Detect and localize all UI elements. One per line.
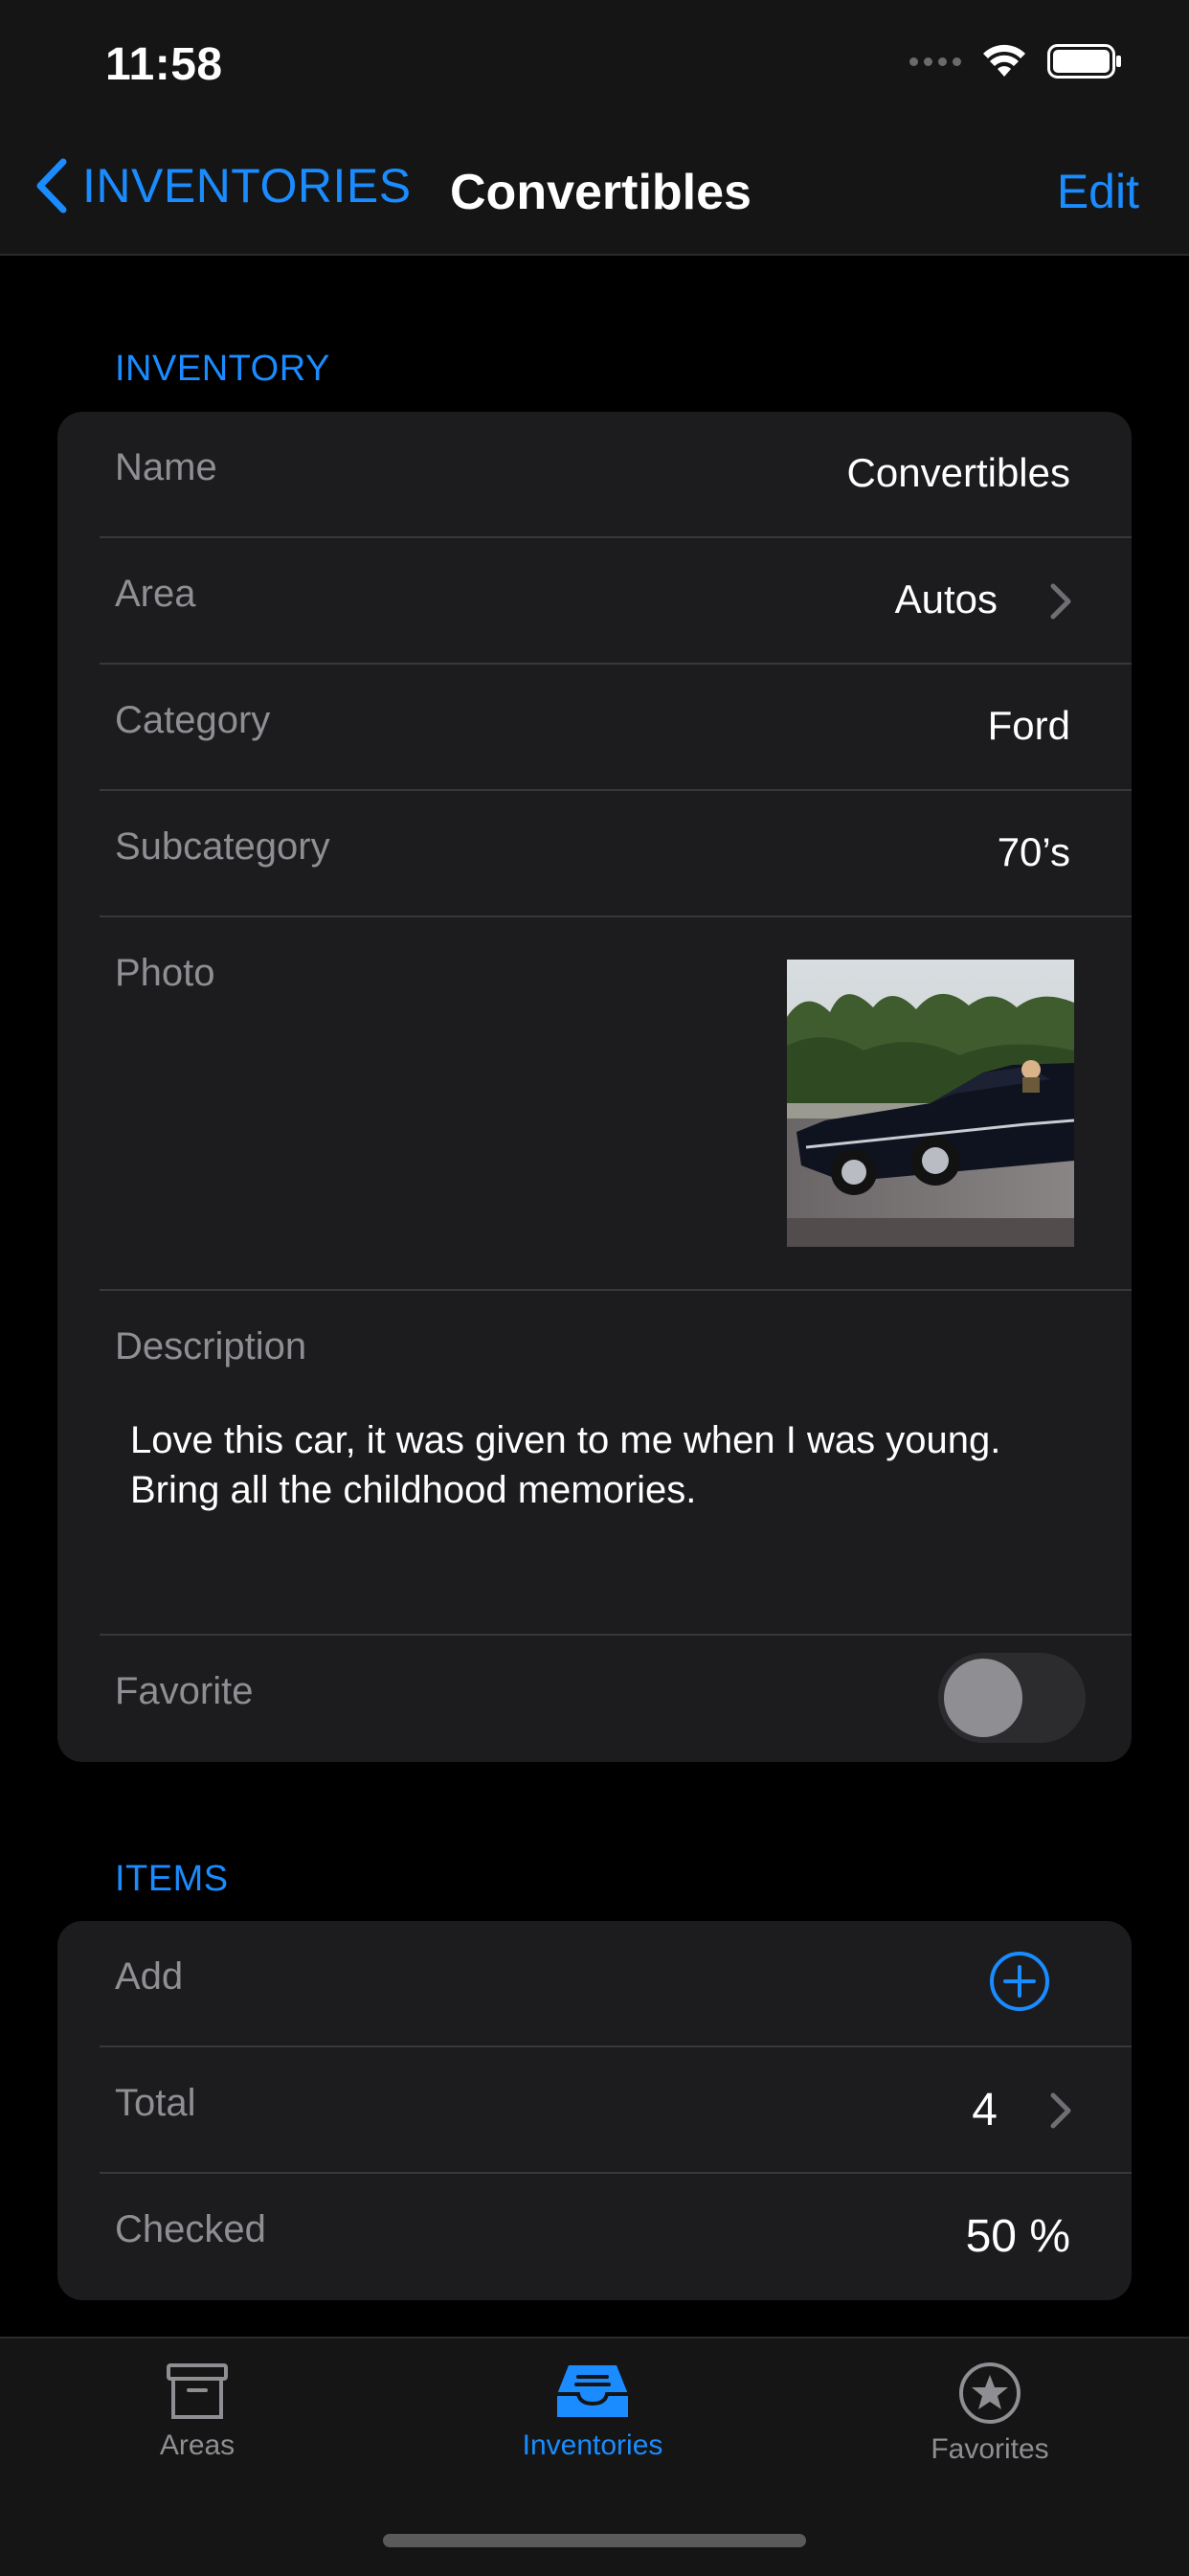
items-card: Add Total 4 Checked 50 % — [57, 1921, 1132, 2300]
category-value: Ford — [987, 703, 1070, 748]
add-row[interactable]: Add — [57, 1921, 1132, 2047]
chevron-right-icon — [1050, 583, 1071, 620]
tab-areas-label: Areas — [159, 2429, 236, 2461]
name-value: Convertibles — [846, 450, 1070, 495]
area-value: Autos — [894, 576, 998, 621]
edit-button[interactable]: Edit — [1057, 164, 1139, 219]
status-time: 11:58 — [105, 39, 223, 90]
checked-row: Checked 50 % — [57, 2174, 1132, 2300]
tab-favorites[interactable]: Favorites — [865, 2361, 1114, 2466]
navigation-bar: INVENTORIES Convertibles Edit — [0, 129, 1189, 256]
tab-inventories[interactable]: Inventories — [468, 2361, 717, 2462]
back-button[interactable]: INVENTORIES — [34, 158, 412, 214]
car-image — [787, 960, 1074, 1247]
toggle-knob — [944, 1659, 1022, 1737]
home-indicator[interactable] — [383, 2534, 806, 2547]
checked-label: Checked — [115, 2208, 266, 2250]
total-row[interactable]: Total 4 — [57, 2047, 1132, 2174]
wifi-icon — [983, 44, 1025, 77]
back-button-label: INVENTORIES — [82, 159, 412, 213]
battery-icon — [1047, 44, 1121, 79]
subcategory-label: Subcategory — [115, 825, 330, 868]
archive-box-icon — [167, 2363, 228, 2419]
area-label: Area — [115, 573, 196, 615]
inventory-section-header: INVENTORY — [115, 349, 330, 389]
items-section-header: ITEMS — [115, 1859, 229, 1899]
photo-label: Photo — [115, 952, 215, 994]
total-value: 4 — [972, 2085, 998, 2135]
photo-row: Photo — [57, 917, 1132, 1291]
tab-favorites-label: Favorites — [931, 2433, 1049, 2465]
description-label: Description — [115, 1325, 307, 1367]
area-row[interactable]: Area Autos — [57, 538, 1132, 665]
car-photo[interactable] — [787, 960, 1074, 1247]
chevron-left-icon — [36, 158, 67, 214]
subcategory-row[interactable]: Subcategory 70’s — [57, 791, 1132, 917]
favorite-toggle[interactable] — [938, 1653, 1086, 1743]
name-label: Name — [115, 446, 217, 488]
status-bar: 11:58 — [0, 0, 1189, 129]
chevron-right-icon — [1050, 2092, 1071, 2129]
status-icons — [909, 44, 1122, 79]
checked-value: 50 % — [965, 2211, 1070, 2262]
page-title: Convertibles — [450, 165, 752, 220]
category-row[interactable]: Category Ford — [57, 665, 1132, 791]
signal-icon — [909, 56, 961, 66]
description-text[interactable]: Love this car, it was given to me when I… — [130, 1415, 1088, 1515]
tab-areas[interactable]: Areas — [73, 2361, 322, 2462]
favorite-row: Favorite — [57, 1636, 1132, 1762]
name-row[interactable]: Name Convertibles — [57, 412, 1132, 538]
total-label: Total — [115, 2082, 196, 2124]
inventory-card: Name Convertibles Area Autos Category Fo… — [57, 412, 1132, 1762]
add-label: Add — [115, 1955, 184, 1998]
star-circle-icon — [959, 2362, 1021, 2424]
favorite-label: Favorite — [115, 1670, 254, 1712]
plus-circle-icon[interactable] — [988, 1950, 1051, 2013]
tray-icon — [557, 2365, 628, 2417]
subcategory-value: 70’s — [997, 829, 1070, 874]
description-row[interactable]: Description Love this car, it was given … — [57, 1291, 1132, 1636]
category-label: Category — [115, 699, 271, 741]
tab-inventories-label: Inventories — [522, 2429, 663, 2461]
